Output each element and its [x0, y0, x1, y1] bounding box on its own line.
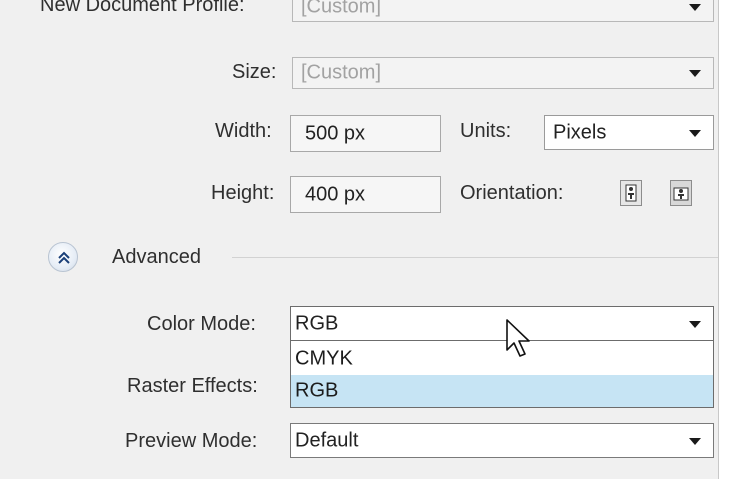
- raster-effects-label: Raster Effects:: [127, 375, 258, 397]
- size-value: [Custom]: [301, 61, 382, 84]
- portrait-orientation-button[interactable]: [620, 180, 642, 206]
- orientation-label: Orientation:: [460, 182, 564, 204]
- units-value: Pixels: [553, 121, 607, 143]
- profile-value: [Custom]: [301, 0, 382, 18]
- chevron-down-icon: [689, 70, 701, 77]
- color-mode-label: Color Mode:: [147, 313, 256, 335]
- width-input[interactable]: 500 px: [290, 115, 441, 152]
- landscape-icon: [673, 187, 689, 201]
- chevron-double-up-icon: [58, 251, 70, 264]
- mouse-cursor-icon: [506, 319, 530, 357]
- height-input[interactable]: 400 px: [290, 176, 441, 213]
- advanced-toggle-button[interactable]: [48, 242, 78, 272]
- height-label: Height:: [211, 182, 275, 204]
- preview-mode-label: Preview Mode:: [125, 430, 258, 452]
- chevron-down-icon: [689, 321, 701, 328]
- window-edge: [719, 0, 738, 479]
- height-value: 400 px: [305, 183, 366, 205]
- preview-mode-select[interactable]: Default: [290, 423, 714, 458]
- size-select[interactable]: [Custom]: [292, 57, 714, 89]
- chevron-down-icon: [689, 129, 701, 137]
- chevron-down-icon: [689, 437, 701, 445]
- units-label: Units:: [460, 120, 512, 142]
- color-mode-value: RGB: [295, 312, 339, 335]
- color-mode-options-list: CMYK RGB: [290, 340, 714, 408]
- landscape-orientation-button[interactable]: [670, 180, 692, 206]
- width-value: 500 px: [305, 122, 366, 144]
- width-label: Width:: [215, 120, 272, 142]
- units-select[interactable]: Pixels: [544, 115, 714, 150]
- new-document-panel: New Document Profile: [Custom] Size: [Cu…: [0, 0, 719, 479]
- profile-label: New Document Profile:: [40, 0, 245, 16]
- profile-select[interactable]: [Custom]: [292, 0, 714, 22]
- size-label: Size:: [232, 61, 277, 83]
- color-mode-select[interactable]: RGB: [290, 306, 714, 342]
- portrait-icon: [625, 184, 637, 202]
- preview-mode-value: Default: [295, 429, 359, 451]
- chevron-down-icon: [689, 4, 701, 11]
- option-cmyk[interactable]: CMYK: [291, 343, 713, 375]
- option-rgb[interactable]: RGB: [291, 375, 713, 407]
- advanced-label: Advanced: [112, 246, 201, 268]
- advanced-divider: [232, 257, 718, 258]
